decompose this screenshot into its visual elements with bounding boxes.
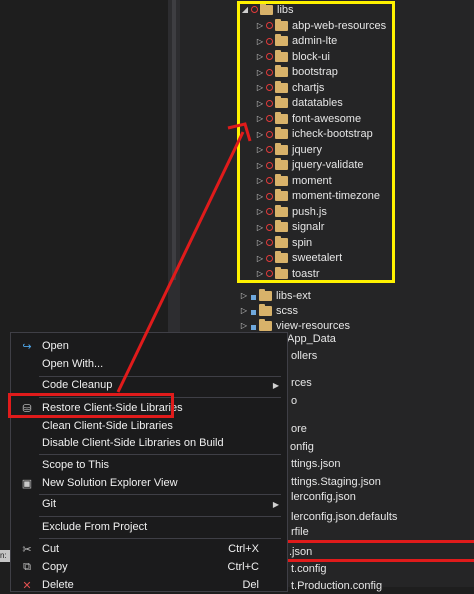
tree-item-partial[interactable]: ollers: [291, 350, 317, 362]
submenu-arrow-icon: ▶: [272, 380, 279, 390]
copy-icon: ⧉: [23, 560, 31, 573]
tree-item-partial[interactable]: onfig: [290, 441, 314, 453]
expand-arrow-icon[interactable]: ▷: [240, 306, 248, 315]
lock-icon: [250, 322, 257, 330]
expand-arrow-icon[interactable]: ▷: [240, 291, 248, 300]
shortcut-label: Ctrl+C: [227, 561, 259, 573]
menu-item-label: Code Cleanup: [42, 379, 113, 391]
tree-item-partial[interactable]: ttings.json: [291, 458, 341, 470]
menu-separator: [39, 538, 281, 539]
scrollbar-thumb[interactable]: [172, 0, 176, 280]
highlight-box-json: [282, 540, 474, 562]
expand-arrow-icon[interactable]: ▷: [240, 321, 248, 330]
lock-icon: [250, 292, 257, 300]
tree-item-view-resources[interactable]: ▷ view-resources: [240, 318, 350, 333]
menu-item-label: New Solution Explorer View: [42, 477, 178, 489]
menu-item-label: Scope to This: [42, 459, 110, 471]
menu-item-scope[interactable]: Scope to This: [11, 456, 287, 474]
tree-item-partial[interactable]: ore: [291, 423, 307, 435]
menu-item-label: Cut: [42, 543, 60, 555]
folder-icon: [259, 288, 272, 301]
submenu-arrow-icon: ▶: [272, 499, 279, 509]
tree-item-label: scss: [276, 304, 298, 317]
menu-item-new-view[interactable]: ▣ New Solution Explorer View: [11, 474, 287, 492]
menu-item-label: Open: [42, 340, 69, 352]
menu-item-git[interactable]: Git ▶: [11, 495, 287, 513]
folder-icon: [259, 318, 272, 331]
menu-item-open[interactable]: ↪ Open: [11, 337, 287, 355]
menu-item-cut[interactable]: ✂ Cut Ctrl+X: [11, 540, 287, 558]
tree-item-partial[interactable]: rfile: [291, 526, 309, 538]
tree-item-partial[interactable]: lerconfig.json: [291, 491, 356, 503]
tree-item-label: libs-ext: [276, 289, 311, 302]
tree-item-partial[interactable]: ttings.Staging.json: [291, 476, 381, 488]
tree-item-partial[interactable]: t.Production.config: [291, 580, 382, 592]
menu-item-disable-libraries[interactable]: Disable Client-Side Libraries on Build: [11, 434, 287, 452]
context-menu: ↪ Open Open With... Code Cleanup ▶ ⛁ Res…: [10, 332, 288, 592]
menu-item-exclude[interactable]: Exclude From Project: [11, 518, 287, 536]
highlight-box-libs: [237, 1, 395, 283]
lock-icon: [250, 307, 257, 315]
scissors-icon: ✂: [22, 543, 32, 556]
menu-item-label: Git: [42, 498, 57, 510]
tree-item-libs-ext[interactable]: ▷ libs-ext: [240, 288, 311, 303]
tree-item-scss[interactable]: ▷ scss: [240, 303, 298, 318]
delete-icon: ✕: [22, 579, 32, 592]
tree-item-partial[interactable]: App_Data: [287, 333, 336, 345]
menu-item-copy[interactable]: ⧉ Copy Ctrl+C: [11, 558, 287, 576]
menu-item-delete[interactable]: ✕ Delete Del: [11, 576, 287, 594]
new-view-icon: ▣: [21, 477, 33, 490]
status-indicator: n:: [0, 550, 10, 562]
folder-icon: [259, 303, 272, 316]
menu-item-open-with[interactable]: Open With...: [11, 355, 287, 373]
menu-item-label: Delete: [42, 579, 74, 591]
menu-item-label: Copy: [42, 561, 68, 573]
menu-item-clean-libraries[interactable]: Clean Client-Side Libraries: [11, 417, 287, 435]
tree-item-partial[interactable]: rces: [291, 377, 312, 389]
highlight-box-restore: [8, 393, 174, 418]
menu-item-label: Open With...: [42, 358, 104, 370]
shortcut-label: Ctrl+X: [228, 543, 259, 555]
menu-item-label: Clean Client-Side Libraries: [42, 420, 173, 432]
menu-separator: [39, 516, 281, 517]
tree-item-partial[interactable]: o: [291, 395, 297, 407]
tree-item-partial[interactable]: lerconfig.json.defaults: [291, 511, 397, 523]
tree-item-label: view-resources: [276, 319, 350, 332]
menu-item-label: Disable Client-Side Libraries on Build: [42, 437, 224, 449]
shortcut-label: Del: [242, 579, 259, 591]
menu-item-code-cleanup[interactable]: Code Cleanup ▶: [11, 376, 287, 394]
open-icon: ↪: [22, 340, 32, 353]
menu-separator: [39, 454, 281, 455]
menu-item-label: Exclude From Project: [42, 521, 148, 533]
tree-item-partial[interactable]: t.config: [291, 563, 326, 575]
